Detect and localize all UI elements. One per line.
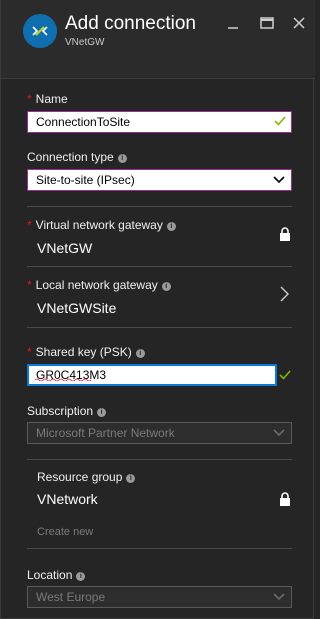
blade-header: Add connection VNetGW <box>1 0 315 78</box>
resource-group-value: VNetwork <box>37 491 98 507</box>
resource-group-label: Resource group i <box>37 470 136 484</box>
subscription-value: Microsoft Partner Network <box>36 426 175 440</box>
local-network-gateway-label: * Local network gateway i <box>27 278 171 292</box>
check-icon <box>279 370 291 380</box>
lock-icon <box>280 492 290 506</box>
close-icon[interactable] <box>289 13 309 33</box>
lock-icon <box>280 227 290 241</box>
connection-type-select[interactable]: Site-to-site (IPsec) <box>27 169 292 191</box>
name-label: * Name <box>27 92 68 106</box>
blade-subtitle: VNetGW <box>65 37 105 48</box>
check-icon <box>274 116 286 126</box>
create-new-link[interactable]: Create new <box>37 526 93 538</box>
section-divider <box>27 327 292 328</box>
virtual-network-gateway-value: VNetGW <box>37 240 93 256</box>
virtual-network-gateway-label-text: Virtual network gateway <box>35 218 163 232</box>
location-value: West Europe <box>36 590 106 604</box>
subscription-label-text: Subscription <box>27 404 94 418</box>
name-input[interactable]: ConnectionToSite <box>27 111 292 133</box>
info-icon[interactable]: i <box>117 154 127 163</box>
info-icon[interactable]: i <box>135 349 145 358</box>
section-divider <box>27 459 292 460</box>
info-icon[interactable]: i <box>166 222 176 231</box>
info-icon[interactable]: i <box>126 474 136 483</box>
required-marker: * <box>27 345 32 359</box>
connection-logo-icon <box>23 14 57 48</box>
name-label-text: Name <box>35 92 68 106</box>
resource-group-label-text: Resource group <box>37 470 123 484</box>
maximize-icon[interactable] <box>257 13 277 33</box>
connection-type-label-text: Connection type <box>27 150 114 164</box>
blade-panel: Add connection VNetGW * Name ConnectionTo… <box>0 0 315 619</box>
chevron-right-icon[interactable] <box>280 286 289 302</box>
connection-type-value: Site-to-site (IPsec) <box>36 173 135 187</box>
shared-key-label-text: Shared key (PSK) <box>35 345 132 359</box>
info-icon[interactable]: i <box>76 572 86 581</box>
chevron-down-icon <box>273 176 285 184</box>
connection-type-label: Connection type i <box>27 150 127 164</box>
section-divider <box>27 548 292 549</box>
minimize-icon[interactable] <box>223 13 243 33</box>
chevron-down-icon <box>273 593 285 601</box>
blade-title: Add connection <box>65 13 196 34</box>
info-icon[interactable]: i <box>97 408 107 417</box>
shared-key-label: * Shared key (PSK) i <box>27 345 145 359</box>
shared-key-input[interactable]: GR0C413M3 <box>27 364 277 386</box>
required-marker: * <box>27 218 32 232</box>
spellcheck-underline <box>35 378 92 381</box>
subscription-label: Subscription i <box>27 404 107 418</box>
local-network-gateway-label-text: Local network gateway <box>35 278 158 292</box>
chevron-down-icon <box>273 429 285 437</box>
required-marker: * <box>27 278 32 292</box>
header-divider <box>1 78 315 79</box>
info-icon[interactable]: i <box>161 282 171 291</box>
location-label: Location i <box>27 568 86 582</box>
section-divider <box>27 206 292 207</box>
subscription-select[interactable]: Microsoft Partner Network <box>27 422 292 444</box>
name-input-value: ConnectionToSite <box>36 115 131 129</box>
section-divider <box>27 266 292 267</box>
location-label-text: Location <box>27 568 73 582</box>
required-marker: * <box>27 92 32 106</box>
local-network-gateway-value: VNetGWSite <box>37 300 117 316</box>
virtual-network-gateway-label: * Virtual network gateway i <box>27 218 176 232</box>
location-select[interactable]: West Europe <box>27 586 292 608</box>
